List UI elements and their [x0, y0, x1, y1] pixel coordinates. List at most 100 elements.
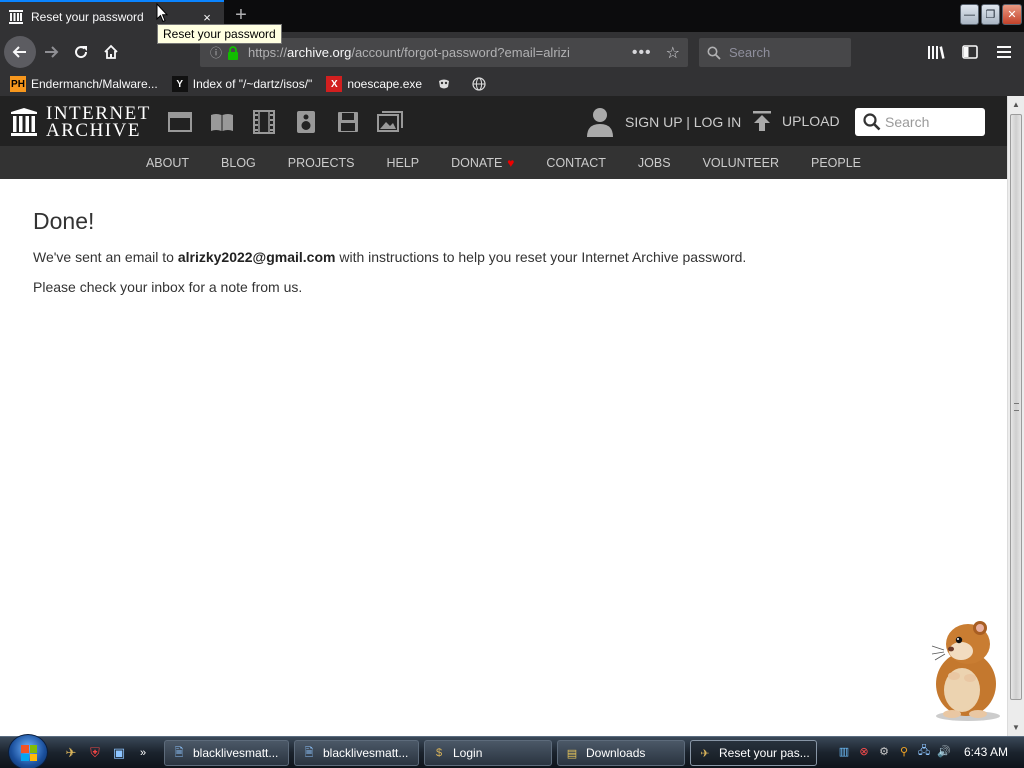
- minimize-button[interactable]: —: [960, 4, 979, 25]
- nav-help[interactable]: HELP: [370, 156, 435, 170]
- ie-document-icon: 🗎: [174, 746, 184, 759]
- taskbar-button[interactable]: ▤ Downloads: [557, 740, 685, 766]
- account-link[interactable]: SIGN UP | LOG IN: [586, 106, 741, 138]
- scroll-down-arrow-icon[interactable]: ▼: [1008, 719, 1024, 736]
- bookmark-item[interactable]: Y Index of "/~dartz/isos/": [171, 76, 313, 92]
- nav-people[interactable]: PEOPLE: [795, 156, 877, 170]
- tab-close-icon[interactable]: ×: [198, 10, 216, 25]
- archive-search-placeholder: Search: [885, 114, 930, 130]
- glider-icon[interactable]: ✈: [62, 744, 80, 762]
- scroll-thumb[interactable]: [1010, 114, 1022, 700]
- nav-jobs[interactable]: JOBS: [622, 156, 687, 170]
- start-button[interactable]: [8, 734, 48, 768]
- url-path: /account/forgot-password?email=alrizi: [351, 45, 570, 60]
- taskbar-label: blacklivesmatt...: [323, 746, 409, 760]
- library-icon[interactable]: [922, 37, 950, 67]
- clock[interactable]: 6:43 AM: [964, 745, 1008, 759]
- texts-book-icon[interactable]: [208, 108, 235, 135]
- nav-contact[interactable]: CONTACT: [530, 156, 622, 170]
- archive-favicon-icon: [8, 9, 24, 25]
- signup-login-label[interactable]: SIGN UP | LOG IN: [625, 114, 741, 130]
- archive-building-icon: [11, 108, 37, 136]
- scroll-grip: [1014, 403, 1019, 411]
- archive-search-input[interactable]: Search: [855, 108, 985, 136]
- nav-donate-label: DONATE: [451, 155, 503, 170]
- menu-icon[interactable]: [990, 37, 1018, 67]
- taskbar-button[interactable]: 🗎 blacklivesmatt...: [164, 740, 289, 766]
- bookmarks-toolbar: PH Endermanch/Malware... Y Index of "/~d…: [0, 72, 1024, 96]
- sidebar-icon[interactable]: [956, 37, 984, 67]
- close-window-button[interactable]: ✕: [1002, 4, 1022, 25]
- chevron-icon[interactable]: »: [134, 744, 152, 762]
- ia-topnav: ABOUT BLOG PROJECTS HELP DONATE ♥ CONTAC…: [0, 146, 1007, 179]
- nav-projects[interactable]: PROJECTS: [272, 156, 371, 170]
- taskbar-label: blacklivesmatt...: [193, 746, 279, 760]
- navigation-toolbar: ⓘ https://archive.org/account/forgot-pas…: [0, 32, 1024, 72]
- windows-logo-icon: [21, 745, 37, 761]
- nav-about[interactable]: ABOUT: [130, 156, 205, 170]
- tab-bar: Reset your password × + — ❐ ✕: [0, 0, 1024, 32]
- forward-arrow-icon[interactable]: [36, 37, 66, 67]
- reload-icon[interactable]: [66, 37, 96, 67]
- page-actions-icon[interactable]: •••: [632, 44, 652, 62]
- web-icon[interactable]: [166, 108, 193, 135]
- network-icon[interactable]: 🖧: [916, 742, 932, 760]
- upload-label: UPLOAD: [782, 113, 840, 129]
- page-title: Done!: [33, 208, 95, 234]
- nav-volunteer[interactable]: VOLUNTEER: [687, 156, 795, 170]
- shield-icon[interactable]: ⛨: [86, 744, 104, 762]
- bookmark-item[interactable]: X noescape.exe: [326, 76, 422, 92]
- upload-arrow-icon: [753, 111, 771, 131]
- message-suffix: with instructions to help you reset your…: [335, 249, 747, 265]
- glider-icon: ✈: [700, 747, 710, 760]
- url-text[interactable]: https://archive.org/account/forgot-passw…: [248, 45, 598, 60]
- bookmark-star-icon[interactable]: ☆: [666, 43, 680, 63]
- money-bag-icon: $: [435, 747, 443, 759]
- media-type-icons: [166, 108, 403, 135]
- windows-taskbar: ✈ ⛨ ▣ » 🗎 blacklivesmatt... 🗎 blacklives…: [0, 734, 1024, 768]
- show-desktop-icon[interactable]: ▣: [110, 744, 128, 762]
- url-domain: archive.org: [287, 45, 352, 60]
- bookmark-item[interactable]: [436, 76, 457, 92]
- tray-gear-icon[interactable]: ⚙: [876, 742, 892, 760]
- bookmark-label: Index of "/~dartz/isos/": [192, 77, 313, 91]
- ph-icon: PH: [10, 76, 26, 92]
- vertical-scrollbar[interactable]: ▲ ▼: [1007, 96, 1024, 736]
- tray-blocked-icon[interactable]: ⊗: [856, 742, 872, 760]
- ia-logo[interactable]: INTERNET ARCHIVE: [10, 104, 151, 140]
- taskbar-button[interactable]: 🗎 blacklivesmatt...: [294, 740, 419, 766]
- audio-speaker-icon[interactable]: [292, 108, 319, 135]
- taskbar-button[interactable]: $ Login: [424, 740, 552, 766]
- back-arrow-icon[interactable]: [4, 36, 36, 68]
- bookmark-item[interactable]: PH Endermanch/Malware...: [10, 76, 158, 92]
- home-icon[interactable]: [96, 37, 126, 67]
- quick-launch: ✈ ⛨ ▣ »: [62, 744, 152, 762]
- restore-button[interactable]: ❐: [981, 4, 1000, 25]
- upload-link[interactable]: UPLOAD: [752, 110, 840, 132]
- hamster-mascot-icon: [931, 621, 1000, 721]
- bookmark-item[interactable]: [471, 76, 492, 92]
- info-icon[interactable]: ⓘ: [208, 44, 224, 61]
- software-floppy-icon[interactable]: [334, 108, 361, 135]
- lock-icon[interactable]: [224, 45, 242, 60]
- message-prefix: We've sent an email to: [33, 249, 178, 265]
- browser-search-input[interactable]: Search: [699, 38, 851, 67]
- taskbar-label: Downloads: [586, 746, 646, 760]
- tray-search-icon[interactable]: ⚲: [896, 742, 912, 760]
- window-controls: — ❐ ✕: [960, 4, 1022, 25]
- images-icon[interactable]: [376, 108, 403, 135]
- nav-donate[interactable]: DONATE ♥: [435, 156, 530, 170]
- tray-app-icon[interactable]: ▥: [836, 742, 852, 760]
- ia-logo-text: INTERNET ARCHIVE: [46, 104, 151, 140]
- bookmark-label: noescape.exe: [347, 77, 423, 91]
- scroll-up-arrow-icon[interactable]: ▲: [1008, 96, 1024, 113]
- confirmation-message: We've sent an email to alrizky2022@gmail…: [33, 249, 974, 265]
- nav-blog[interactable]: BLOG: [205, 156, 272, 170]
- volume-icon[interactable]: 🔊: [936, 742, 952, 760]
- system-tray: ▥ ⊗ ⚙ ⚲ 🖧 🔊: [836, 742, 952, 760]
- inbox-note: Please check your inbox for a note from …: [33, 279, 303, 295]
- x-icon: X: [326, 76, 343, 92]
- taskbar-button-active[interactable]: ✈ Reset your pas...: [690, 740, 817, 766]
- search-icon: [707, 46, 721, 60]
- video-film-icon[interactable]: [250, 108, 277, 135]
